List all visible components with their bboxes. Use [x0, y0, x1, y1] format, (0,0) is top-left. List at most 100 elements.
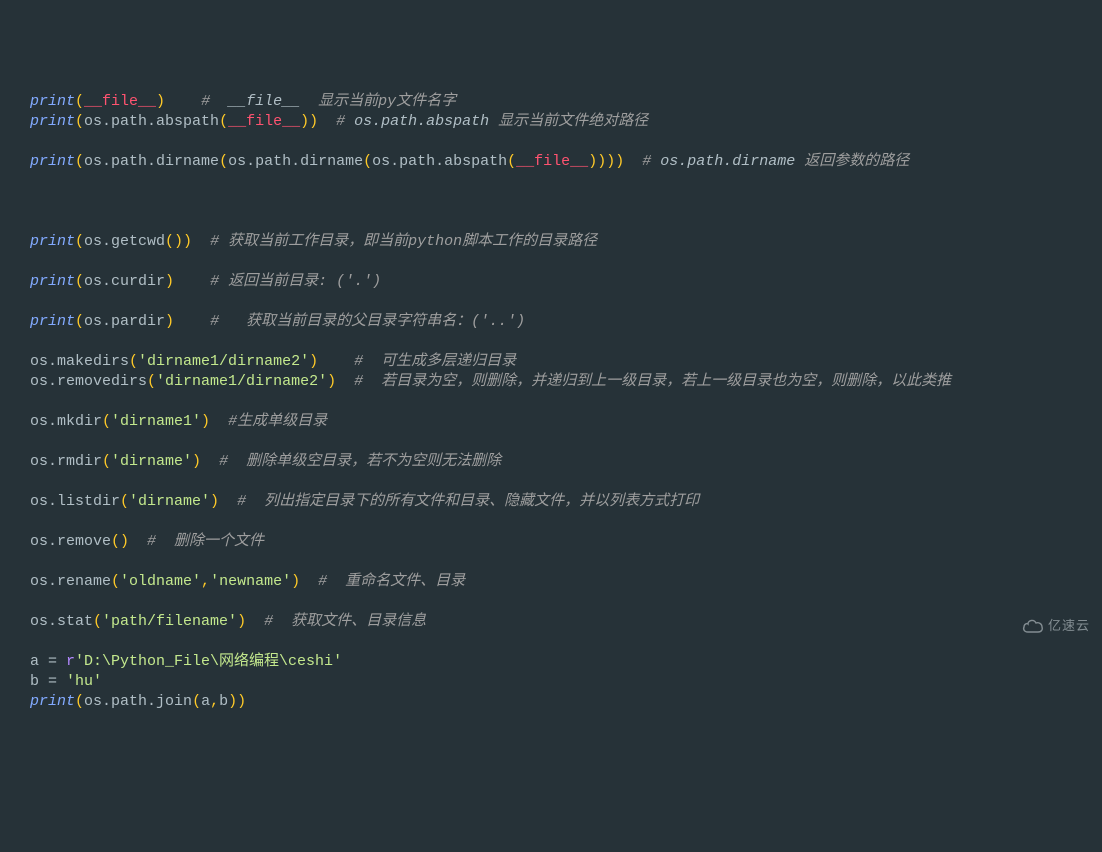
- token-ident: [129, 533, 147, 550]
- token-ident: [210, 413, 228, 430]
- token-builtin: print: [30, 113, 75, 130]
- token-punct: ()): [165, 233, 192, 250]
- token-comment: # 重命名文件、目录: [318, 573, 465, 590]
- token-ident: os.rename: [30, 573, 111, 590]
- code-line: os.listdir('dirname') # 列出指定目录下的所有文件和目录、…: [30, 492, 1102, 512]
- token-string: 'hu': [66, 673, 102, 690]
- token-ident: [174, 273, 210, 290]
- token-punct: (: [75, 153, 84, 170]
- token-punct: (: [75, 93, 84, 110]
- token-ident: os.path.dirname: [228, 153, 363, 170]
- code-line: [30, 192, 1102, 212]
- token-ident: os.stat: [30, 613, 93, 630]
- code-line: os.mkdir('dirname1') #生成单级目录: [30, 412, 1102, 432]
- code-line: [30, 472, 1102, 492]
- token-builtin: print: [30, 693, 75, 710]
- token-ident: a: [201, 693, 210, 710]
- code-line: a = r'D:\Python_File\网络编程\ceshi': [30, 652, 1102, 672]
- token-string: 'dirname1/dirname2': [156, 373, 327, 390]
- token-ident: os.remove: [30, 533, 111, 550]
- watermark-logo: 亿速云: [1022, 616, 1090, 636]
- token-comment: #: [336, 113, 354, 130]
- code-line: [30, 252, 1102, 272]
- token-string: 'D:\Python_File\网络编程\ceshi': [75, 653, 342, 670]
- token-punct: (: [75, 273, 84, 290]
- code-line: os.removedirs('dirname1/dirname2') # 若目录…: [30, 372, 1102, 392]
- token-ident: a =: [30, 653, 66, 670]
- token-punct: (: [363, 153, 372, 170]
- token-string: 'newname': [210, 573, 291, 590]
- token-comment: # 列出指定目录下的所有文件和目录、隐藏文件，并以列表方式打印: [237, 493, 699, 510]
- token-comment: #: [201, 93, 228, 110]
- token-ident: b =: [30, 673, 66, 690]
- token-comment: #: [642, 153, 660, 170]
- token-comment: # 获取当前目录的父目录字符串名：('..'): [210, 313, 525, 330]
- token-punct: (: [147, 373, 156, 390]
- code-line: b = 'hu': [30, 672, 1102, 692]
- token-builtin: print: [30, 233, 75, 250]
- token-ident: [336, 373, 354, 390]
- code-line: os.rmdir('dirname') # 删除单级空目录，若不为空则无法删除: [30, 452, 1102, 472]
- code-line: os.remove() # 删除一个文件: [30, 532, 1102, 552]
- code-line: [30, 512, 1102, 532]
- token-ident: [165, 93, 201, 110]
- token-ident: [318, 353, 354, 370]
- token-punct: ,: [210, 693, 219, 710]
- code-line: print(os.curdir) # 返回当前目录: ('.'): [30, 272, 1102, 292]
- token-ident: os.path.abspath: [84, 113, 219, 130]
- token-string: 'dirname1/dirname2': [138, 353, 309, 370]
- watermark-text: 亿速云: [1048, 616, 1090, 636]
- token-comment: 显示当前文件绝对路径: [498, 113, 648, 130]
- token-punct: ): [327, 373, 336, 390]
- token-ident: os.mkdir: [30, 413, 102, 430]
- code-line: [30, 592, 1102, 612]
- token-ident: os.path.dirname: [84, 153, 219, 170]
- token-comment: # 删除单级空目录，若不为空则无法删除: [219, 453, 501, 470]
- token-builtin: print: [30, 273, 75, 290]
- token-punct: (: [129, 353, 138, 370]
- token-string: 'oldname': [120, 573, 201, 590]
- token-punct: (: [93, 613, 102, 630]
- token-punct: ,: [201, 573, 210, 590]
- token-punct: (: [507, 153, 516, 170]
- token-punct: (): [111, 533, 129, 550]
- code-line: [30, 132, 1102, 152]
- code-line: print(os.getcwd()) # 获取当前工作目录，即当前python脚…: [30, 232, 1102, 252]
- token-dunder: __file__: [516, 153, 588, 170]
- token-dunder: __file__: [228, 113, 300, 130]
- code-line: print(os.path.abspath(__file__)) # os.pa…: [30, 112, 1102, 132]
- token-comment: #生成单级目录: [228, 413, 327, 430]
- token-builtin: print: [30, 93, 75, 110]
- token-comment-bold: os.path.abspath: [354, 113, 498, 130]
- code-line: print(os.pardir) # 获取当前目录的父目录字符串名：('..'): [30, 312, 1102, 332]
- token-string: 'dirname1': [111, 413, 201, 430]
- token-ident: os.getcwd: [84, 233, 165, 250]
- token-ident: [192, 233, 210, 250]
- code-line: print(__file__) # __file__ 显示当前py文件名字: [30, 92, 1102, 112]
- code-line: [30, 552, 1102, 572]
- token-comment: # 若目录为空，则删除，并递归到上一级目录，若上一级目录也为空，则删除，以此类推: [354, 373, 951, 390]
- token-punct: ): [192, 453, 201, 470]
- token-punct: (: [219, 113, 228, 130]
- token-comment: # 删除一个文件: [147, 533, 264, 550]
- code-line: os.rename('oldname','newname') # 重命名文件、目…: [30, 572, 1102, 592]
- token-punct: (: [75, 313, 84, 330]
- token-punct: ): [237, 613, 246, 630]
- token-punct: (: [120, 493, 129, 510]
- token-punct: ): [291, 573, 300, 590]
- token-punct: (: [75, 233, 84, 250]
- token-ident: os.curdir: [84, 273, 165, 290]
- token-punct: )))): [588, 153, 624, 170]
- code-line: [30, 432, 1102, 452]
- code-line: [30, 392, 1102, 412]
- code-line: print(os.path.join(a,b)): [30, 692, 1102, 712]
- token-punct: (: [75, 113, 84, 130]
- token-ident: os.makedirs: [30, 353, 129, 370]
- token-builtin: print: [30, 313, 75, 330]
- token-punct: ): [201, 413, 210, 430]
- token-ident: [318, 113, 336, 130]
- code-line: os.makedirs('dirname1/dirname2') # 可生成多层…: [30, 352, 1102, 372]
- code-line: print(os.path.dirname(os.path.dirname(os…: [30, 152, 1102, 172]
- token-punct: (: [219, 153, 228, 170]
- token-punct: (: [102, 413, 111, 430]
